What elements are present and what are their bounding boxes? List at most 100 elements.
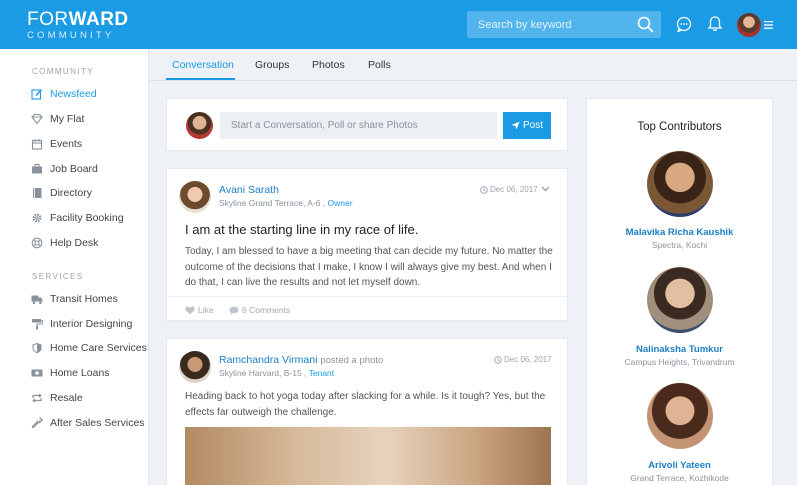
chevron-down-icon[interactable]	[541, 186, 550, 192]
sidebar-item-label: Newsfeed	[50, 88, 97, 100]
brand-logo[interactable]: FORWARD COMMUNITY	[27, 10, 129, 42]
user-avatar[interactable]	[737, 13, 761, 37]
search-box	[467, 11, 661, 38]
sidebar-item-label: Events	[50, 138, 83, 150]
post-body: Today, I am blessed to have a big meetin…	[185, 246, 553, 288]
contributor-avatar[interactable]	[647, 151, 713, 217]
sidebar-item-label: Directory	[50, 187, 93, 199]
lifebuoy-icon	[31, 237, 43, 249]
shield-icon	[32, 343, 42, 354]
sidebar-item-label: After Sales Services	[50, 417, 145, 429]
sidebar-item-label: My Flat	[50, 113, 85, 125]
sidebar-item-home-care-services[interactable]: Home Care Services	[0, 337, 149, 359]
truck-icon	[31, 295, 43, 305]
tab-photos[interactable]: Photos	[312, 59, 345, 71]
post-button[interactable]: Post	[503, 112, 551, 139]
contributor-avatar[interactable]	[647, 267, 713, 333]
search-icon[interactable]	[637, 16, 654, 33]
chat-icon[interactable]	[676, 16, 692, 32]
menu-icon[interactable]	[764, 21, 773, 29]
composer-input[interactable]	[220, 112, 497, 139]
contributor-location: Grand Terrace, Kozhikode	[630, 473, 729, 483]
author-location: Skyline Harvard, B-15 , Tenant	[219, 368, 335, 378]
active-tab-indicator	[166, 78, 235, 80]
sidebar-item-my-flat[interactable]: My Flat	[0, 108, 149, 130]
post-body: Heading back to hot yoga today after sla…	[185, 391, 546, 418]
brand-logo-subtitle: COMMUNITY	[27, 30, 115, 41]
sidebar-item-job-board[interactable]: Job Board	[0, 158, 149, 180]
author-avatar[interactable]	[179, 181, 211, 213]
author-role: Tenant	[308, 368, 335, 378]
contributor-name[interactable]: Arivoli Yateen	[587, 460, 772, 471]
heart-icon	[185, 306, 195, 314]
post-footer: Like 6 Comments	[167, 296, 567, 321]
contributor-location: Spectra, Kochi	[651, 240, 708, 250]
sidebar-item-directory[interactable]: Directory	[0, 182, 149, 204]
post-composer: Post	[166, 98, 568, 151]
like-button[interactable]: Like	[185, 305, 214, 315]
sidebar-item-resale[interactable]: Resale	[0, 387, 149, 409]
gear-icon	[32, 213, 42, 223]
sidebar-item-label: Transit Homes	[50, 293, 118, 305]
tab-polls[interactable]: Polls	[368, 59, 391, 71]
post-photo[interactable]	[185, 427, 551, 485]
sidebar-item-label: Job Board	[50, 163, 98, 175]
search-input[interactable]	[467, 11, 632, 38]
sidebar-item-label: Home Care Services	[50, 342, 147, 354]
sidebar-item-label: Facility Booking	[50, 212, 124, 224]
post-card: Avani Sarath Skyline Grand Terrace, A-6 …	[166, 168, 568, 321]
author-avatar[interactable]	[179, 351, 211, 383]
briefcase-icon	[32, 163, 42, 174]
author-name-line: Ramchandra Virmani posted a photo	[219, 354, 383, 366]
sidebar-item-label: Interior Designing	[50, 318, 133, 330]
paint-roller-icon	[32, 319, 43, 330]
post-date-text: Dec 06, 2017	[490, 185, 538, 194]
post-card: Ramchandra Virmani posted a photo Skylin…	[166, 338, 568, 485]
sidebar-item-events[interactable]: Events	[0, 133, 149, 155]
sidebar-item-home-loans[interactable]: Home Loans	[0, 362, 149, 384]
tab-bar: Conversation Groups Photos Polls	[149, 49, 797, 81]
clock-icon	[480, 185, 488, 194]
comments-label: 6 Comments	[242, 305, 291, 315]
sidebar-item-transit-homes[interactable]: Transit Homes	[0, 288, 149, 310]
sidebar-item-newsfeed[interactable]: Newsfeed	[0, 83, 149, 105]
sidebar-item-label: Help Desk	[50, 237, 99, 249]
location-text: Skyline Harvard, B-15	[219, 368, 302, 378]
sidebar-item-help-desk[interactable]: Help Desk	[0, 232, 149, 254]
sidebar-item-facility-booking[interactable]: Facility Booking	[0, 207, 149, 229]
post-title: I am at the starting line in my race of …	[185, 222, 419, 237]
clock-icon	[494, 355, 502, 364]
contributor-name[interactable]: Nalinaksha Tumkur	[587, 344, 772, 355]
composer-avatar	[186, 112, 213, 139]
edit-icon	[31, 88, 43, 100]
diamond-icon	[31, 113, 43, 125]
brand-logo-thin: FOR	[27, 9, 69, 30]
tab-conversation[interactable]: Conversation	[172, 59, 234, 71]
contributor-location: Campus Heights, Trivandrum	[624, 357, 735, 367]
author-name[interactable]: Ramchandra Virmani	[219, 354, 317, 366]
location-text: Skyline Grand Terrace, A-6	[219, 198, 321, 208]
sidebar-item-after-sales-services[interactable]: After Sales Services	[0, 412, 149, 434]
brand-logo-bold: WARD	[68, 9, 129, 30]
post-action-text: posted a photo	[320, 355, 384, 366]
panel-title: Top Contributors	[637, 121, 722, 133]
contributor-avatar[interactable]	[647, 383, 713, 449]
author-location: Skyline Grand Terrace, A-6 , Owner	[219, 198, 353, 208]
tab-groups[interactable]: Groups	[255, 59, 289, 71]
sidebar-item-label: Home Loans	[50, 367, 110, 379]
comments-button[interactable]: 6 Comments	[229, 305, 290, 315]
sidebar-section-community: COMMUNITY	[32, 67, 94, 76]
repeat-icon	[32, 393, 42, 403]
sidebar-item-label: Resale	[50, 392, 83, 404]
book-icon	[33, 188, 42, 198]
author-name[interactable]: Avani Sarath	[219, 184, 279, 196]
post-button-label: Post	[522, 120, 543, 131]
send-icon	[511, 121, 520, 130]
bell-icon[interactable]	[707, 15, 723, 32]
post-date-text: Dec 06, 2017	[504, 355, 552, 364]
comment-icon	[229, 306, 239, 315]
sidebar-item-interior-designing[interactable]: Interior Designing	[0, 313, 149, 335]
contributor-name[interactable]: Malavika Richa Kaushik	[587, 227, 772, 238]
post-date: Dec 06, 2017	[480, 185, 538, 194]
top-header: FORWARD COMMUNITY	[0, 0, 797, 49]
